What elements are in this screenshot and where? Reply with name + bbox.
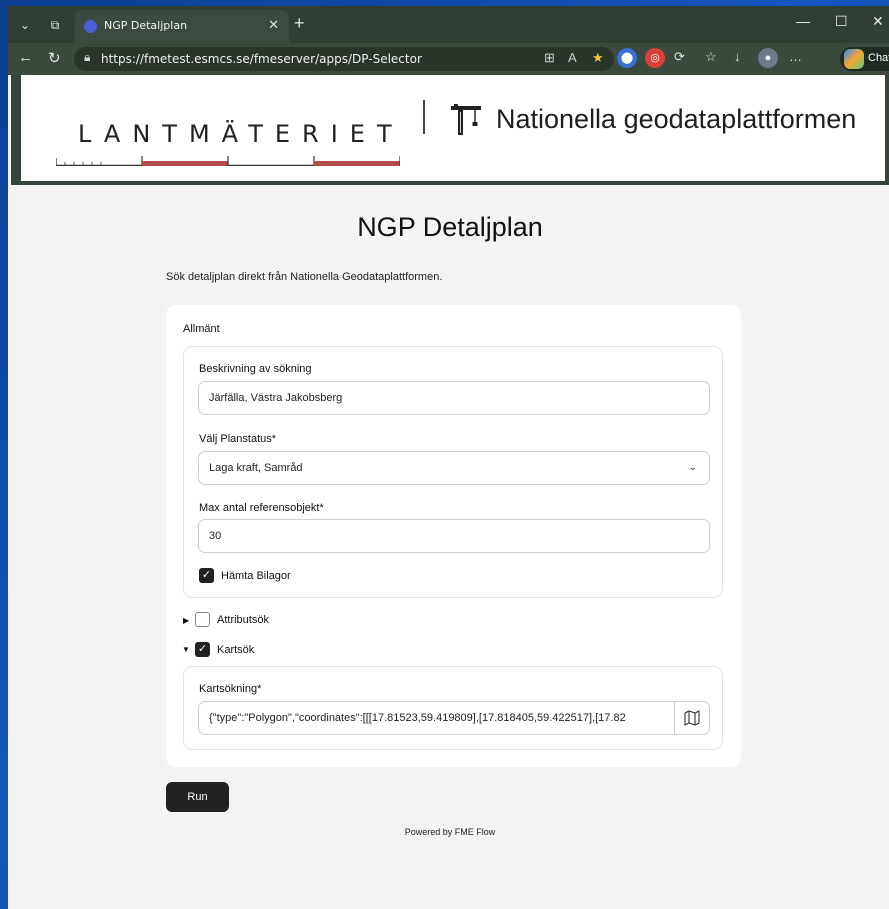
map-search-field-label: Kartsökning* — [199, 683, 262, 695]
lock-icon: 🔒︎ — [84, 50, 91, 64]
profile-avatar[interactable]: ● — [758, 48, 778, 68]
attribute-search-checkbox[interactable] — [195, 612, 210, 627]
map-search-collapse-icon[interactable]: ▼ — [182, 645, 190, 654]
tab-close-icon[interactable]: ✕ — [268, 17, 279, 33]
favorite-star-icon[interactable]: ★ — [592, 50, 604, 66]
close-window-icon[interactable]: ✕ — [872, 13, 884, 30]
address-bar[interactable]: 🔒︎ https://fmetest.esmcs.se/fmeserver/ap… — [74, 47, 614, 71]
read-aloud-icon[interactable]: A — [568, 50, 577, 65]
workspaces-icon[interactable]: ⧉ — [44, 14, 66, 36]
search-description-input[interactable]: Järfälla, Västra Jakobsberg — [198, 381, 710, 415]
attribute-search-label: Attributsök — [217, 614, 269, 626]
max-ref-label: Max antal referensobjekt* — [199, 502, 324, 514]
title-bar: ⌄ ⧉ NGP Detaljplan ✕ + — ☐ ✕ — [8, 6, 889, 43]
url-text: https://fmetest.esmcs.se/fmeserver/apps/… — [101, 52, 422, 66]
header-banner: LANTMÄTERIET Nationella geodataplattform… — [11, 75, 889, 185]
ngp-platform-title: Nationella geodataplattformen — [496, 104, 857, 134]
section-general-label: Allmänt — [183, 323, 220, 335]
back-icon[interactable]: ← — [18, 49, 33, 66]
fetch-attachments-label: Hämta Bilagor — [221, 570, 291, 582]
browser-tab[interactable]: NGP Detaljplan ✕ — [75, 10, 289, 43]
map-search-input[interactable]: {"type":"Polygon","coordinates":[[[17.81… — [198, 701, 710, 735]
favorites-icon[interactable]: ☆ — [705, 49, 717, 65]
search-description-label: Beskrivning av sökning — [199, 363, 312, 375]
navigation-bar: ← ↻ 🔒︎ https://fmetest.esmcs.se/fmeserve… — [8, 43, 889, 75]
new-tab-icon[interactable]: + — [294, 13, 305, 34]
extension-icon[interactable]: ⬤ — [617, 48, 637, 68]
map-search-value: {"type":"Polygon","coordinates":[[[17.81… — [209, 712, 626, 724]
page-description: Sök detaljplan direkt från Nationella Ge… — [166, 271, 443, 283]
more-menu-icon[interactable]: … — [789, 49, 802, 64]
copilot-logo-icon — [844, 49, 864, 69]
max-ref-input[interactable]: 30 — [198, 519, 710, 553]
minimize-icon[interactable]: — — [796, 13, 810, 29]
map-search-group: Kartsökning* {"type":"Polygon","coordina… — [183, 666, 723, 750]
chat-label: Chat — [868, 52, 889, 64]
planstatus-label: Välj Planstatus* — [199, 433, 277, 445]
crane-icon — [451, 104, 481, 135]
powered-by-footer: Powered by FME Flow — [404, 827, 496, 837]
run-button[interactable]: Run — [166, 782, 229, 812]
tab-favicon-icon — [84, 20, 97, 33]
app-available-icon[interactable]: ⊞ — [544, 50, 555, 66]
extension-target-icon[interactable]: ◎ — [645, 48, 665, 68]
planstatus-value: Laga kraft, Samråd — [209, 462, 303, 474]
maximize-icon[interactable]: ☐ — [835, 13, 848, 30]
chevron-down-icon: ⌄ — [688, 462, 697, 473]
page-content: LANTMÄTERIET Nationella geodataplattform… — [11, 75, 889, 909]
browser-window: ⌄ ⧉ NGP Detaljplan ✕ + — ☐ ✕ ← ↻ 🔒︎ http… — [8, 6, 889, 909]
planstatus-select[interactable]: Laga kraft, Samråd ⌄ — [198, 451, 710, 485]
copilot-icon[interactable]: ⟳ — [674, 49, 685, 65]
tab-actions-icon[interactable]: ⌄ — [14, 14, 36, 36]
page-title: NGP Detaljplan — [357, 212, 543, 242]
map-search-label: Kartsök — [217, 644, 255, 656]
lantmateriet-scale-logo — [56, 156, 400, 166]
general-group: Beskrivning av sökning Järfälla, Västra … — [183, 346, 723, 598]
form-card: Allmänt Beskrivning av sökning Järfälla,… — [166, 305, 741, 767]
attribute-search-expand-icon[interactable]: ▶ — [183, 616, 189, 625]
map-picker-button[interactable] — [674, 702, 709, 734]
banner-divider — [423, 100, 425, 134]
map-search-checkbox[interactable]: ✓ — [195, 642, 210, 657]
lantmateriet-logo-text: LANTMÄTERIET — [78, 120, 404, 148]
map-icon — [684, 710, 700, 726]
downloads-icon[interactable]: ↓ — [734, 49, 741, 64]
chat-button[interactable]: Chat — [840, 47, 889, 71]
refresh-icon[interactable]: ↻ — [48, 49, 61, 67]
fetch-attachments-checkbox[interactable]: ✓ — [199, 568, 214, 583]
tab-title: NGP Detaljplan — [104, 19, 188, 32]
